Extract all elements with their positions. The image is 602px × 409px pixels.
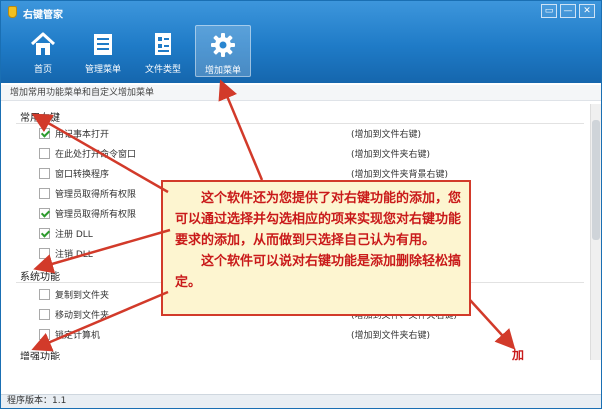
group-title-common: 常用右键 <box>20 113 60 124</box>
item-note: (增加到文件夹右键) <box>351 330 431 341</box>
annotation-callout: 这个软件还为您提供了对右键功能的添加，您可以通过选择并勾选相应的项来实现您对右键… <box>161 180 471 316</box>
file-type-icon <box>155 33 171 55</box>
checkbox[interactable] <box>39 288 50 300</box>
checkbox[interactable] <box>39 207 50 219</box>
checkbox[interactable] <box>39 247 50 259</box>
section-description: 增加常用功能菜单和自定义增加菜单 <box>1 85 601 101</box>
title-bar[interactable]: 右键管家 ▭ — ✕ <box>1 1 601 23</box>
nav-label: 首页 <box>33 65 52 75</box>
window-controls: ▭ — ✕ <box>541 4 595 18</box>
group-divider <box>16 123 584 124</box>
nav-item-file-type[interactable]: 文件类型 <box>135 25 191 77</box>
nav-item-add-menu[interactable]: 增加菜单 <box>195 25 251 77</box>
list-item[interactable]: 锁定计算机 (增加到文件夹右键) <box>39 326 579 342</box>
checkbox[interactable] <box>39 127 50 139</box>
list-item[interactable]: 在此处打开命令窗口 (增加到文件夹右键) <box>39 145 579 161</box>
callout-paragraph-2: 这个软件可以说对右键功能是添加删除轻松搞定。 <box>175 254 462 290</box>
callout-paragraph-1: 这个软件还为您提供了对右键功能的添加，您可以通过选择并勾选相应的项来实现您对右键… <box>175 191 462 248</box>
checkbox[interactable] <box>39 187 50 199</box>
item-label: 窗口转换程序 <box>55 169 110 180</box>
item-label: 用记事本打开 <box>55 129 110 140</box>
nav-label: 管理菜单 <box>84 65 121 75</box>
watermark-text: 加 <box>512 348 525 362</box>
checkbox[interactable] <box>39 328 50 340</box>
vertical-scrollbar[interactable] <box>590 104 601 360</box>
checkbox[interactable] <box>39 308 50 320</box>
nav-item-manage-menu[interactable]: 管理菜单 <box>75 25 131 77</box>
checkbox[interactable] <box>39 167 50 179</box>
status-bar: 程序版本：1.1 <box>1 394 601 408</box>
home-icon <box>30 32 56 55</box>
gear-icon <box>211 33 235 57</box>
checkbox[interactable] <box>39 147 50 159</box>
group-title-system: 系统功能 <box>20 272 60 283</box>
item-label: 锁定计算机 <box>55 330 101 341</box>
list-item[interactable]: 窗口转换程序 (增加到文件夹背景右键) <box>39 165 579 181</box>
list-item[interactable]: 用记事本打开 (增加到文件右键) <box>39 125 579 141</box>
item-note: (增加到文件右键) <box>351 129 422 140</box>
nav-item-home[interactable]: 首页 <box>15 25 71 77</box>
list-icon <box>94 34 112 55</box>
nav-label: 文件类型 <box>144 65 181 75</box>
item-note: (增加到文件夹右键) <box>351 149 431 160</box>
scrollbar-thumb[interactable] <box>592 120 600 240</box>
group-title-enhanced: 增强功能 <box>20 352 60 360</box>
nav-label: 增加菜单 <box>204 66 241 76</box>
app-logo-icon <box>8 6 17 18</box>
checkbox[interactable] <box>39 227 50 239</box>
minimize-button[interactable]: — <box>560 4 576 18</box>
item-note: (增加到文件夹背景右键) <box>351 169 449 180</box>
restore-button[interactable]: ▭ <box>541 4 557 18</box>
item-label: 在此处打开命令窗口 <box>55 149 137 160</box>
header-bar: 右键管家 ▭ — ✕ 首页 管理菜单 文件类型 增加菜单 <box>1 1 601 83</box>
main-nav: 首页 管理菜单 文件类型 增加菜单 <box>15 25 251 77</box>
window-title: 右键管家 <box>23 10 63 21</box>
close-button[interactable]: ✕ <box>579 4 595 18</box>
